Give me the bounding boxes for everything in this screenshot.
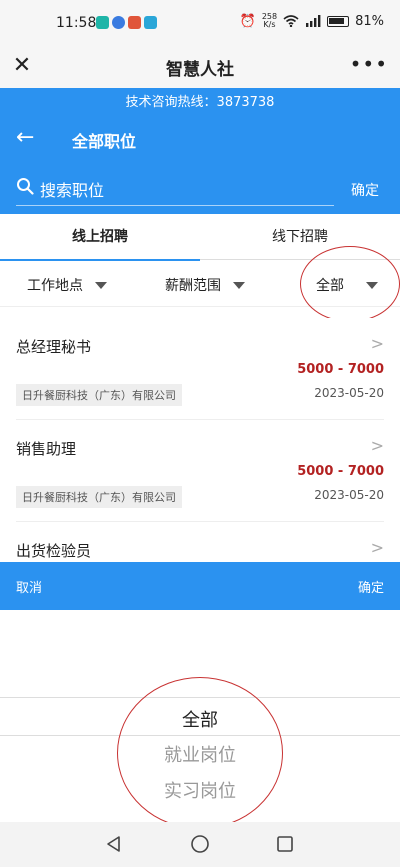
battery-icon xyxy=(327,15,350,27)
app-notification-icon xyxy=(112,16,125,29)
hotline-text: 技术咨询热线：3873738 xyxy=(125,95,275,110)
app-notification-icon xyxy=(144,16,157,29)
job-item[interactable]: 总经理秘书 > 5000 - 7000 日升餐厨科技（广东）有限公司 2023-… xyxy=(16,318,384,420)
more-menu-icon[interactable]: ••• xyxy=(350,52,388,76)
net-speed-unit: K/s xyxy=(263,20,276,29)
job-item[interactable]: 销售助理 > 5000 - 7000 日升餐厨科技（广东）有限公司 2023-0… xyxy=(16,420,384,522)
filter-location[interactable]: 工作地点 xyxy=(27,275,107,295)
search-placeholder: 搜索职位 xyxy=(40,181,105,200)
notification-icons xyxy=(96,16,157,29)
wifi-icon xyxy=(283,15,299,27)
signal-icon xyxy=(306,15,321,27)
title-bar: ✕ 智慧人社 ••• xyxy=(0,46,400,88)
recents-square-icon[interactable] xyxy=(275,834,295,854)
status-right: ⏰ 258 K/s 81% xyxy=(240,13,384,29)
picker-cancel-button[interactable]: 取消 xyxy=(16,577,42,596)
job-company: 日升餐厨科技（广东）有限公司 xyxy=(16,384,182,406)
job-item[interactable]: 出货检验员 > xyxy=(16,522,384,562)
status-bar: 11:58 ⏰ 258 K/s 81% xyxy=(0,0,400,46)
job-date: 2023-05-20 xyxy=(314,488,384,502)
job-title: 销售助理 xyxy=(16,440,77,458)
chevron-right-icon: > xyxy=(370,334,384,353)
annotation-circle xyxy=(300,246,400,322)
tab-online[interactable]: 线上招聘 xyxy=(0,214,200,261)
home-circle-icon[interactable] xyxy=(190,834,210,854)
filter-location-label: 工作地点 xyxy=(27,278,83,294)
job-title: 总经理秘书 xyxy=(16,338,92,356)
picker-action-bar: 取消 确定 xyxy=(0,562,400,610)
app-notification-icon xyxy=(96,16,109,29)
chevron-right-icon: > xyxy=(370,436,384,455)
chevron-right-icon: > xyxy=(370,538,384,557)
alarm-icon: ⏰ xyxy=(239,13,256,29)
page-title: 全部职位 xyxy=(72,132,137,151)
search-icon xyxy=(17,178,34,195)
job-title: 出货检验员 xyxy=(16,542,92,560)
net-speed: 258 K/s xyxy=(262,13,277,29)
filter-salary-label: 薪酬范围 xyxy=(165,278,221,294)
status-time: 11:58 xyxy=(56,15,97,31)
caret-down-icon xyxy=(233,281,245,289)
battery-percent: 81% xyxy=(355,13,384,29)
job-company: 日升餐厨科技（广东）有限公司 xyxy=(16,486,182,508)
search-confirm-button[interactable]: 确定 xyxy=(351,180,379,200)
job-list: 总经理秘书 > 5000 - 7000 日升餐厨科技（广东）有限公司 2023-… xyxy=(0,318,400,562)
page-header: 技术咨询热线：3873738 ← 全部职位 搜索职位 确定 xyxy=(0,88,400,214)
back-triangle-icon[interactable] xyxy=(104,834,124,854)
annotation-circle xyxy=(117,677,283,829)
search-input[interactable]: 搜索职位 xyxy=(16,174,334,206)
job-salary: 5000 - 7000 xyxy=(297,362,384,377)
system-nav-bar xyxy=(0,822,400,867)
caret-down-icon xyxy=(95,281,107,289)
job-date: 2023-05-20 xyxy=(314,386,384,400)
app-title: 智慧人社 xyxy=(166,60,234,80)
job-salary: 5000 - 7000 xyxy=(297,464,384,479)
back-arrow-icon[interactable]: ← xyxy=(16,125,34,150)
app-notification-icon xyxy=(128,16,141,29)
picker-confirm-button[interactable]: 确定 xyxy=(358,577,384,596)
filter-salary[interactable]: 薪酬范围 xyxy=(165,275,245,295)
